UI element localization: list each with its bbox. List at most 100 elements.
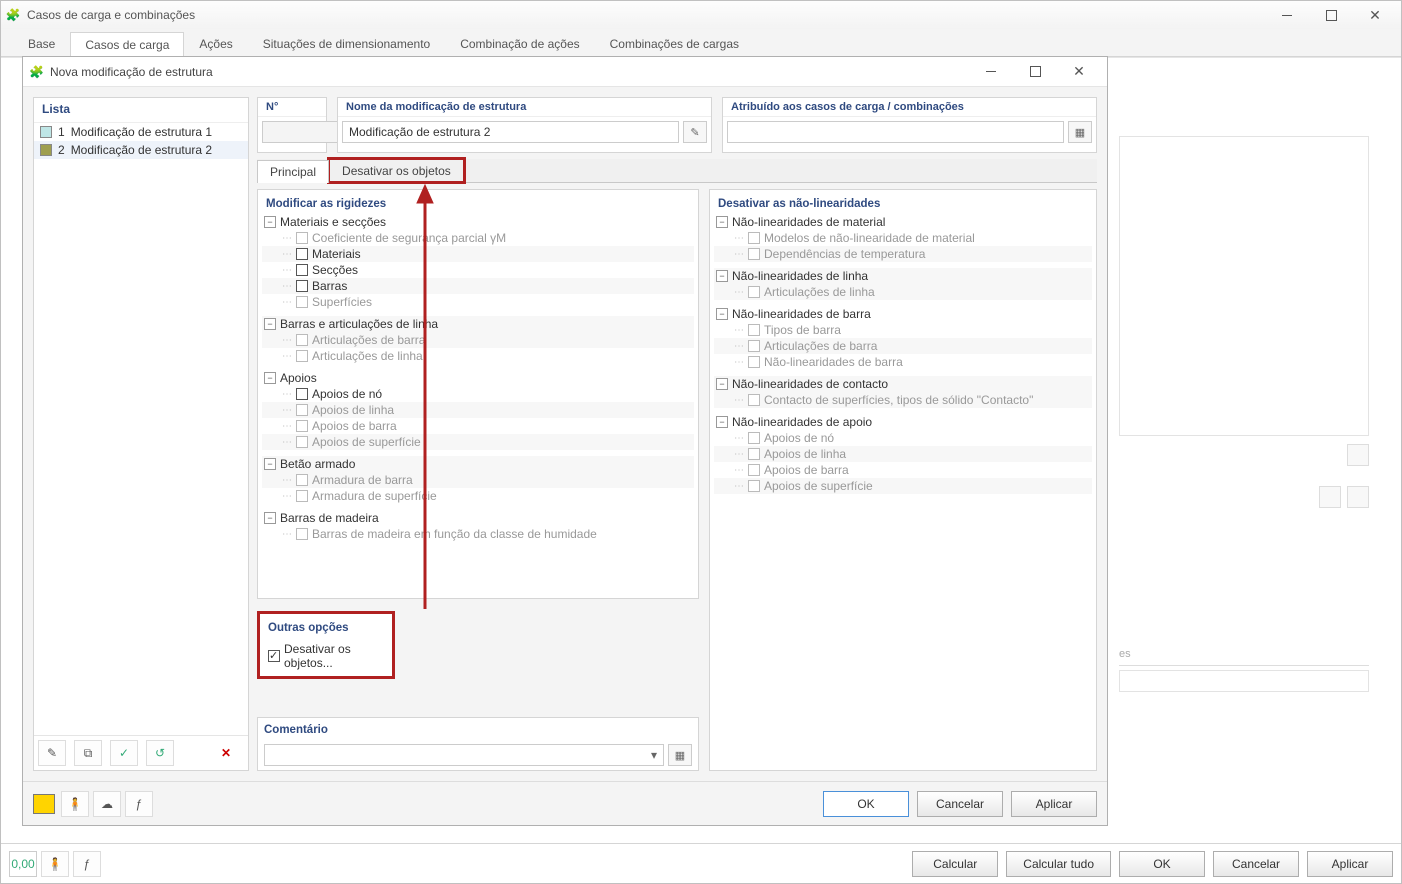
footer-tool-3[interactable]: ƒ xyxy=(73,851,101,877)
collapse-icon[interactable]: − xyxy=(716,216,728,228)
minimize-button[interactable] xyxy=(1265,3,1309,27)
tree-checkbox[interactable] xyxy=(296,280,308,292)
color-swatch[interactable] xyxy=(33,794,55,814)
calc-button[interactable]: Calcular xyxy=(912,851,998,877)
calc-all-button[interactable]: Calcular tudo xyxy=(1006,851,1111,877)
tree-checkbox[interactable] xyxy=(296,420,308,432)
tree-checkbox[interactable] xyxy=(296,388,308,400)
tree-group[interactable]: −Barras e articulações de linha xyxy=(262,316,694,332)
close-button[interactable]: ✕ xyxy=(1353,3,1397,27)
tree-group[interactable]: −Não-linearidades de material xyxy=(714,214,1092,230)
tree-item[interactable]: ⋯Apoios de nó xyxy=(262,386,694,402)
dialog-max[interactable] xyxy=(1013,60,1057,84)
tree-checkbox[interactable] xyxy=(296,296,308,308)
tree-item[interactable]: ⋯Apoios de nó xyxy=(714,430,1092,446)
collapse-icon[interactable]: − xyxy=(264,318,276,330)
tree-item[interactable]: ⋯Barras xyxy=(262,278,694,294)
tree-checkbox[interactable] xyxy=(748,464,760,476)
collapse-icon[interactable]: − xyxy=(264,512,276,524)
list-delete-button[interactable]: ✕ xyxy=(212,740,240,766)
tree-checkbox[interactable] xyxy=(296,474,308,486)
tree-checkbox[interactable] xyxy=(296,490,308,502)
tree-checkbox[interactable] xyxy=(296,232,308,244)
tab-situacoes[interactable]: Situações de dimensionamento xyxy=(248,31,445,56)
tree-checkbox[interactable] xyxy=(748,480,760,492)
tree-item[interactable]: ⋯Apoios de superfície xyxy=(262,434,694,450)
tree-item[interactable]: ⋯Armadura de barra xyxy=(262,472,694,488)
tree-checkbox[interactable] xyxy=(748,324,760,336)
tab-acoes[interactable]: Ações xyxy=(184,31,247,56)
tree-group[interactable]: −Não-linearidades de barra xyxy=(714,306,1092,322)
tab-casos-de-carga[interactable]: Casos de carga xyxy=(70,32,184,57)
tree-item[interactable]: ⋯Materiais xyxy=(262,246,694,262)
tree-checkbox[interactable] xyxy=(748,232,760,244)
tree-item[interactable]: ⋯Articulações de linha xyxy=(262,348,694,364)
footer-icon-3[interactable]: ƒ xyxy=(125,791,153,817)
tree-checkbox[interactable] xyxy=(296,404,308,416)
tree-item[interactable]: ⋯Apoios de barra xyxy=(714,462,1092,478)
tree-group[interactable]: −Betão armado xyxy=(262,456,694,472)
tree-checkbox[interactable] xyxy=(748,394,760,406)
collapse-icon[interactable]: − xyxy=(264,216,276,228)
tree-checkbox[interactable] xyxy=(296,248,308,260)
edit-name-button[interactable]: ✎ xyxy=(683,121,707,143)
tab-comb-acoes[interactable]: Combinação de ações xyxy=(445,31,594,56)
tree-checkbox[interactable] xyxy=(748,356,760,368)
tree-item[interactable]: ⋯Dependências de temperatura xyxy=(714,246,1092,262)
collapse-icon[interactable]: − xyxy=(716,308,728,320)
tree-item[interactable]: ⋯Tipos de barra xyxy=(714,322,1092,338)
tree-group[interactable]: −Não-linearidades de contacto xyxy=(714,376,1092,392)
list-item-1[interactable]: 1 Modificação de estrutura 1 xyxy=(34,123,248,141)
main-cancel-button[interactable]: Cancelar xyxy=(1213,851,1299,877)
deactivate-objects-checkbox[interactable] xyxy=(268,650,280,662)
tree-group[interactable]: −Apoios xyxy=(262,370,694,386)
tree-checkbox[interactable] xyxy=(748,448,760,460)
tree-checkbox[interactable] xyxy=(296,528,308,540)
tree-checkbox[interactable] xyxy=(748,286,760,298)
collapse-icon[interactable]: − xyxy=(264,458,276,470)
tree-item[interactable]: ⋯Apoios de superfície xyxy=(714,478,1092,494)
tree-item[interactable]: ⋯Secções xyxy=(262,262,694,278)
subtab-desativar[interactable]: Desativar os objetos xyxy=(329,159,464,182)
comment-edit-button[interactable]: ▦ xyxy=(668,744,692,766)
tree-item[interactable]: ⋯Apoios de linha xyxy=(714,446,1092,462)
maximize-button[interactable] xyxy=(1309,3,1353,27)
assign-pick-button[interactable]: ▦ xyxy=(1068,121,1092,143)
tree-item[interactable]: ⋯Coeficiente de segurança parcial γM xyxy=(262,230,694,246)
collapse-icon[interactable]: − xyxy=(716,378,728,390)
tree-item[interactable]: ⋯Armadura de superfície xyxy=(262,488,694,504)
footer-tool-1[interactable]: 0,00 xyxy=(9,851,37,877)
dialog-cancel-button[interactable]: Cancelar xyxy=(917,791,1003,817)
tree-item[interactable]: ⋯Não-linearidades de barra xyxy=(714,354,1092,370)
tree-item[interactable]: ⋯Apoios de barra xyxy=(262,418,694,434)
list-item-2[interactable]: 2 Modificação de estrutura 2 xyxy=(34,141,248,159)
collapse-icon[interactable]: − xyxy=(716,416,728,428)
tree-group[interactable]: −Materiais e secções xyxy=(262,214,694,230)
list-misc-button[interactable]: ↺ xyxy=(146,740,174,766)
bg-icon-3[interactable] xyxy=(1347,486,1369,508)
tree-checkbox[interactable] xyxy=(748,248,760,260)
dialog-min[interactable] xyxy=(969,60,1013,84)
tree-checkbox[interactable] xyxy=(748,340,760,352)
dialog-close[interactable]: ✕ xyxy=(1057,60,1101,84)
subtab-principal[interactable]: Principal xyxy=(257,160,329,183)
list-new-button[interactable]: ✎ xyxy=(38,740,66,766)
bg-icon-1[interactable] xyxy=(1347,444,1369,466)
tree-item[interactable]: ⋯Barras de madeira em função da classe d… xyxy=(262,526,694,542)
tree-item[interactable]: ⋯Articulações de barra xyxy=(262,332,694,348)
footer-icon-1[interactable]: 🧍 xyxy=(61,791,89,817)
collapse-icon[interactable]: − xyxy=(264,372,276,384)
tab-comb-cargas[interactable]: Combinações de cargas xyxy=(595,31,754,56)
input-name[interactable] xyxy=(342,121,679,143)
main-apply-button[interactable]: Aplicar xyxy=(1307,851,1393,877)
tab-base[interactable]: Base xyxy=(13,31,70,56)
tree-item[interactable]: ⋯Articulações de barra xyxy=(714,338,1092,354)
tree-checkbox[interactable] xyxy=(296,264,308,276)
list-copy-button[interactable]: ⧉ xyxy=(74,740,102,766)
dialog-apply-button[interactable]: Aplicar xyxy=(1011,791,1097,817)
tree-item[interactable]: ⋯Superfícies xyxy=(262,294,694,310)
tree-item[interactable]: ⋯Contacto de superfícies, tipos de sólid… xyxy=(714,392,1092,408)
collapse-icon[interactable]: − xyxy=(716,270,728,282)
bg-icon-2[interactable] xyxy=(1319,486,1341,508)
tree-item[interactable]: ⋯Modelos de não-linearidade de material xyxy=(714,230,1092,246)
